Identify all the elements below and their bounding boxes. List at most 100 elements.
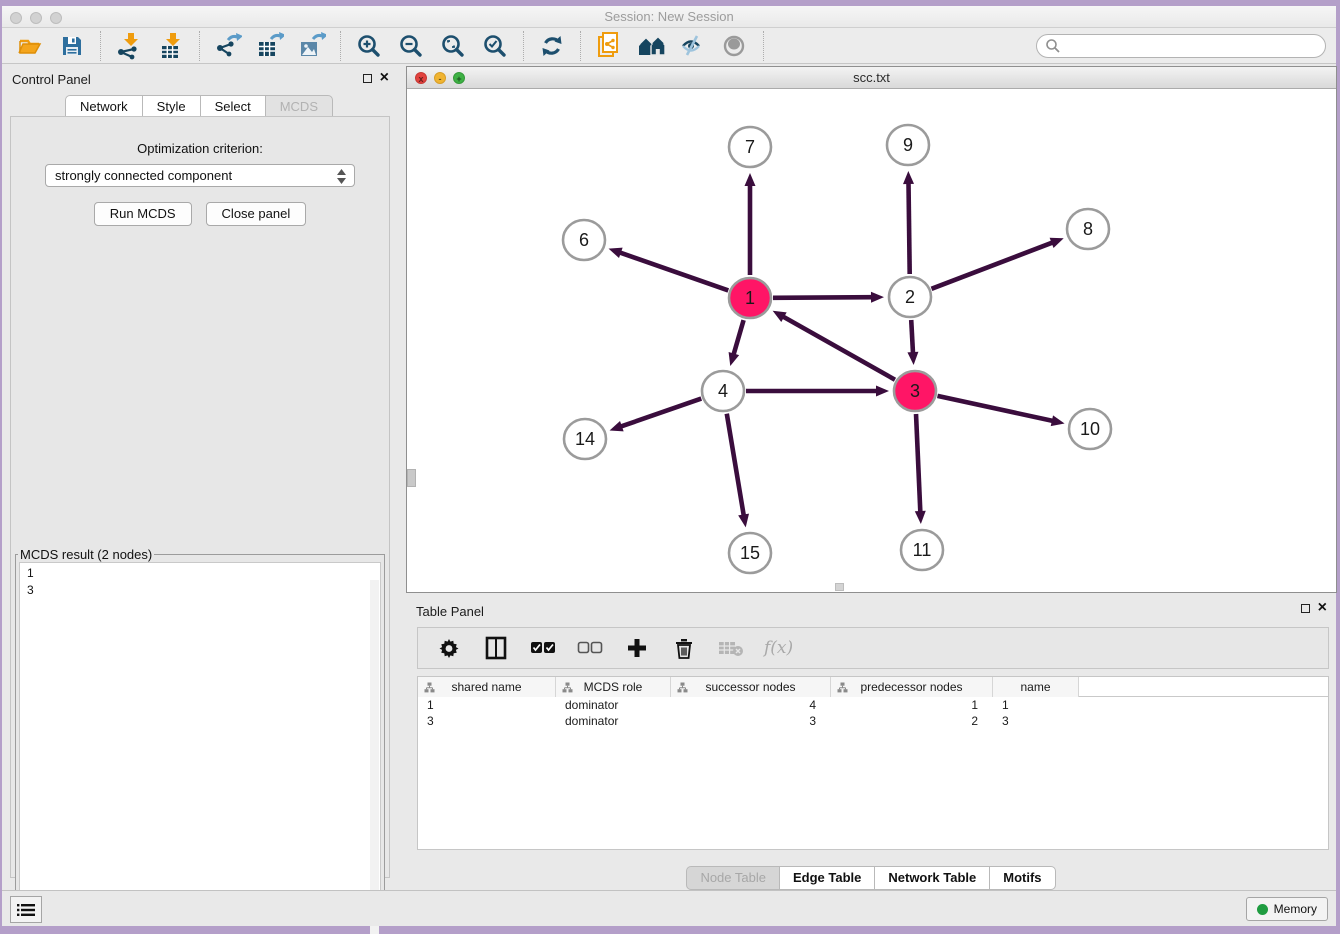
table-cell[interactable]: dominator — [556, 713, 671, 729]
horizontal-scrollbar-thumb[interactable] — [835, 583, 844, 591]
zoom-fit-icon[interactable] — [439, 32, 467, 60]
edge-3-1[interactable] — [773, 311, 895, 380]
graph-node-10[interactable]: 10 — [1069, 409, 1111, 449]
search-input[interactable] — [1061, 37, 1325, 55]
zoom-in-icon[interactable] — [355, 32, 383, 60]
select-all-icon[interactable] — [529, 634, 557, 662]
refresh-icon[interactable] — [538, 32, 566, 60]
task-history-button[interactable] — [10, 896, 42, 923]
edge-4-15[interactable] — [727, 414, 749, 528]
add-column-icon[interactable] — [623, 634, 651, 662]
column-header-shared-name[interactable]: shared name — [418, 677, 556, 697]
graph-node-7[interactable]: 7 — [729, 127, 771, 167]
network-from-selection-icon[interactable] — [595, 32, 623, 60]
edge-2-9[interactable] — [903, 171, 914, 274]
memory-button[interactable]: Memory — [1246, 897, 1328, 921]
graph-node-6[interactable]: 6 — [563, 220, 605, 260]
graph-node-14[interactable]: 14 — [564, 419, 606, 459]
table-cell[interactable]: 3 — [671, 713, 831, 729]
show-all-icon[interactable] — [721, 32, 749, 60]
table-row[interactable]: 3dominator323 — [418, 713, 1328, 729]
tab-node-table[interactable]: Node Table — [686, 866, 780, 890]
list-icon — [17, 903, 35, 917]
optimization-criterion-label: Optimization criterion: — [11, 141, 389, 156]
svg-text:4: 4 — [718, 381, 728, 401]
zoom-out-icon[interactable] — [397, 32, 425, 60]
chevron-up-down-icon — [336, 168, 347, 188]
table-cell[interactable]: 1 — [418, 697, 556, 713]
node-table[interactable]: shared nameMCDS rolesuccessor nodesprede… — [417, 676, 1329, 850]
table-cell[interactable]: 2 — [831, 713, 993, 729]
graph-node-3[interactable]: 3 — [894, 371, 936, 411]
function-builder-icon[interactable]: f(x) — [764, 638, 793, 658]
column-header-successor-nodes[interactable]: successor nodes — [671, 677, 831, 697]
delete-table-icon[interactable] — [717, 634, 745, 662]
graph-node-11[interactable]: 11 — [901, 530, 943, 570]
split-columns-icon[interactable] — [482, 634, 510, 662]
graph-node-1[interactable]: 1 — [729, 278, 771, 318]
edge-1-2[interactable] — [773, 292, 884, 303]
column-header-name[interactable]: name — [993, 677, 1079, 697]
first-neighbors-icon[interactable] — [637, 32, 665, 60]
graph-node-8[interactable]: 8 — [1067, 209, 1109, 249]
tab-network-table[interactable]: Network Table — [874, 866, 990, 890]
tab-edge-table[interactable]: Edge Table — [779, 866, 875, 890]
edge-2-3[interactable] — [907, 320, 918, 365]
graph-node-4[interactable]: 4 — [702, 371, 744, 411]
network-titlebar[interactable]: x - + scc.txt — [407, 67, 1336, 89]
table-cell[interactable]: 1 — [831, 697, 993, 713]
edge-4-14[interactable] — [610, 399, 702, 432]
mcds-result-text[interactable]: 1 3 — [19, 562, 381, 918]
delete-icon[interactable] — [670, 634, 698, 662]
edge-3-10[interactable] — [937, 396, 1064, 426]
vertical-scrollbar-thumb[interactable] — [407, 469, 416, 487]
table-row[interactable]: 1dominator411 — [418, 697, 1328, 713]
column-header-predecessor-nodes[interactable]: predecessor nodes — [831, 677, 993, 697]
edge-1-4[interactable] — [729, 320, 744, 366]
close-table-panel-icon[interactable]: × — [1318, 603, 1327, 613]
svg-text:8: 8 — [1083, 219, 1093, 239]
column-header-MCDS-role[interactable]: MCDS role — [556, 677, 671, 697]
graph-node-9[interactable]: 9 — [887, 125, 929, 165]
table-cell[interactable]: 1 — [993, 697, 1079, 713]
export-network-icon[interactable] — [214, 32, 242, 60]
network-graph[interactable]: 7 9 6 8 1 2 4 3 14 10 15 11 — [407, 89, 1336, 592]
graph-node-15[interactable]: 15 — [729, 533, 771, 573]
edge-4-3[interactable] — [746, 386, 889, 397]
edge-1-6[interactable] — [609, 248, 729, 291]
table-cell[interactable]: 3 — [418, 713, 556, 729]
run-mcds-button[interactable]: Run MCDS — [94, 202, 192, 226]
network-canvas[interactable]: 7 9 6 8 1 2 4 3 14 10 15 11 — [407, 89, 1336, 592]
float-table-panel-icon[interactable] — [1301, 604, 1310, 613]
hide-selected-icon[interactable] — [679, 32, 707, 60]
table-cell[interactable]: dominator — [556, 697, 671, 713]
edge-2-8[interactable] — [931, 238, 1063, 289]
maximize-network-icon[interactable]: + — [453, 72, 465, 84]
table-cell[interactable]: 4 — [671, 697, 831, 713]
deselect-all-icon[interactable] — [576, 634, 604, 662]
import-table-icon[interactable] — [157, 32, 185, 60]
import-network-icon[interactable] — [115, 32, 143, 60]
export-table-icon[interactable] — [256, 32, 284, 60]
export-image-icon[interactable] — [298, 32, 326, 60]
search-box[interactable] — [1036, 34, 1326, 58]
save-session-icon[interactable] — [58, 32, 86, 60]
window-title: Session: New Session — [2, 9, 1336, 24]
zoom-selected-icon[interactable] — [481, 32, 509, 60]
edge-3-11[interactable] — [915, 414, 926, 524]
titlebar: Session: New Session — [2, 6, 1336, 28]
open-file-icon[interactable] — [16, 32, 44, 60]
graph-node-2[interactable]: 2 — [889, 277, 931, 317]
close-panel-icon[interactable]: × — [380, 73, 389, 83]
close-network-icon[interactable]: x — [415, 72, 427, 84]
criterion-dropdown[interactable]: strongly connected component — [45, 164, 355, 187]
table-cell[interactable]: 3 — [993, 713, 1079, 729]
float-panel-icon[interactable] — [363, 74, 372, 83]
result-scrollbar[interactable] — [370, 580, 379, 934]
minimize-network-icon[interactable]: - — [434, 72, 446, 84]
application-window: Session: New Session — [2, 6, 1336, 926]
gear-icon[interactable] — [435, 634, 463, 662]
edge-1-7[interactable] — [745, 173, 756, 275]
tab-motifs[interactable]: Motifs — [989, 866, 1055, 890]
close-panel-button[interactable]: Close panel — [206, 202, 307, 226]
